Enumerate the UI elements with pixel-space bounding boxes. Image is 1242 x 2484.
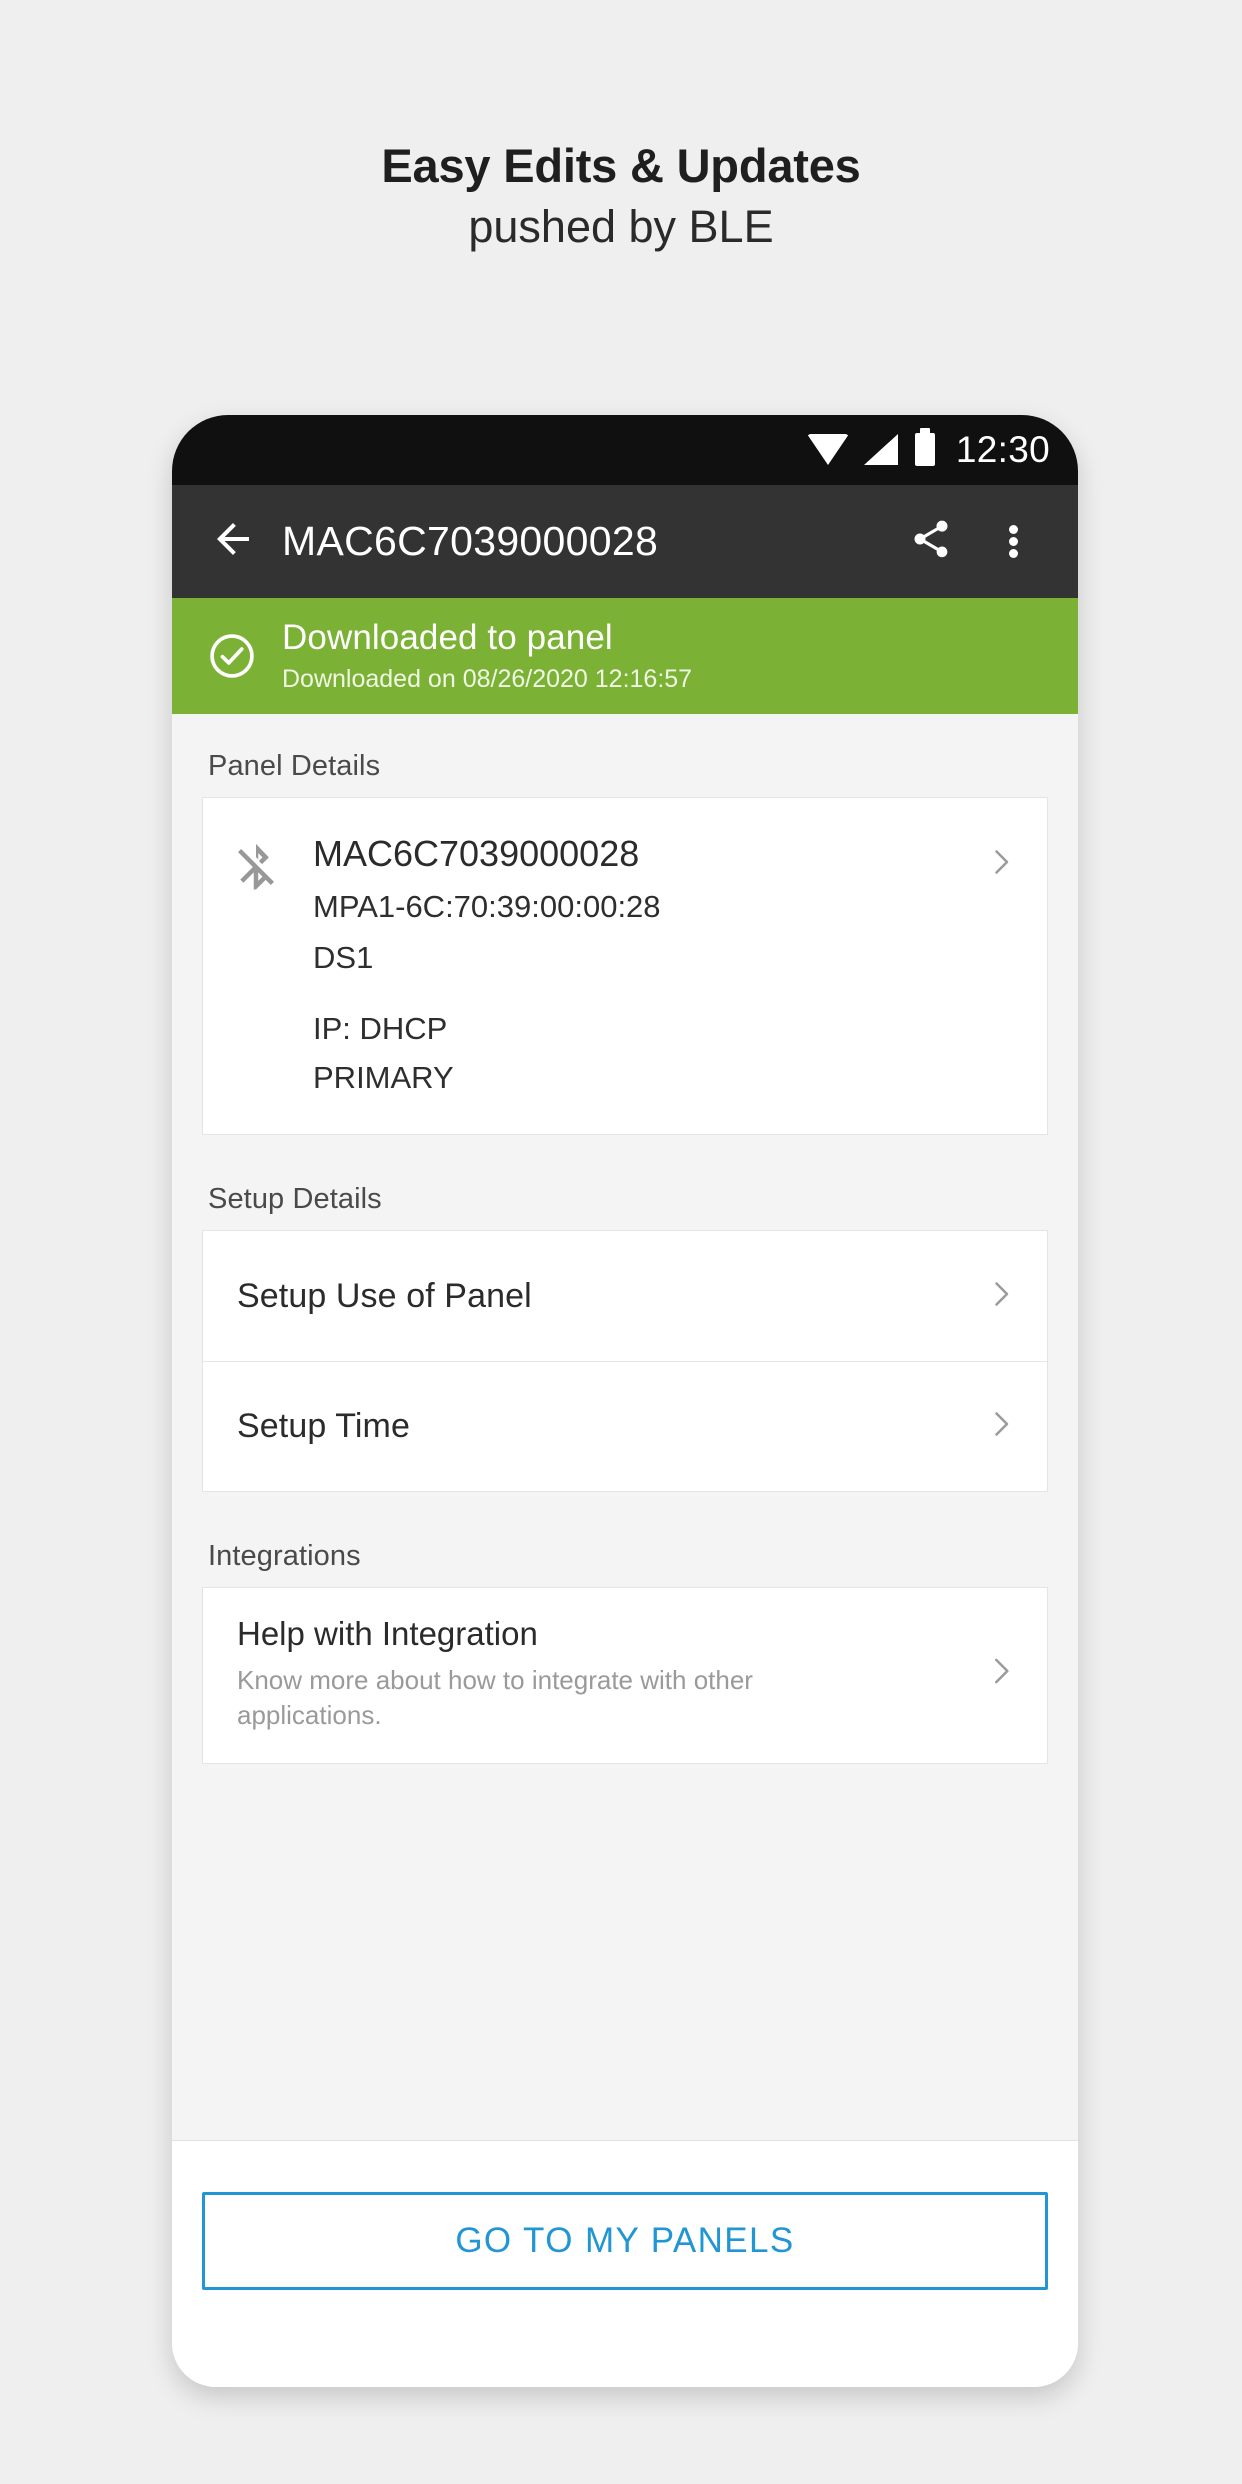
- section-label-panel-details: Panel Details: [208, 750, 381, 782]
- go-to-my-panels-button[interactable]: GO TO MY PANELS: [202, 2192, 1048, 2290]
- cellular-signal-icon: [863, 433, 898, 465]
- share-button[interactable]: [900, 511, 962, 573]
- battery-icon: [914, 427, 935, 466]
- phone-mockup: 12:30 MAC6C7039000028 Downloaded to pane…: [172, 415, 1078, 2387]
- integrations-card[interactable]: Help with Integration Know more about ho…: [202, 1587, 1048, 1764]
- panel-mac-address: MPA1-6C:70:39:00:00:28: [313, 888, 661, 924]
- back-button[interactable]: [202, 511, 264, 573]
- bottom-action-bar: GO TO MY PANELS: [172, 2141, 1078, 2387]
- promo-heading-line1: Easy Edits & Updates: [381, 139, 861, 192]
- chevron-right-icon: [983, 844, 1019, 885]
- help-with-integration-row[interactable]: Help with Integration Know more about ho…: [203, 1588, 1047, 1762]
- section-label-integrations: Integrations: [208, 1540, 361, 1573]
- more-vert-icon: [1008, 522, 1018, 561]
- check-circle-icon: [206, 630, 258, 682]
- overflow-menu-button[interactable]: [982, 511, 1044, 573]
- chevron-right-icon: [983, 1406, 1019, 1447]
- arrow-back-icon: [209, 515, 257, 568]
- panel-ds-label: DS1: [313, 940, 374, 976]
- promo-heading: Easy Edits & Updates pushed by BLE: [0, 0, 1242, 256]
- app-bar-title: MAC6C7039000028: [282, 518, 659, 564]
- panel-role: PRIMARY: [313, 1059, 454, 1095]
- integration-description: Know more about how to integrate with ot…: [237, 1665, 753, 1730]
- panel-details-card[interactable]: MAC6C7039000028 MPA1-6C:70:39:00:00:28 D…: [202, 797, 1048, 1136]
- chevron-right-icon: [983, 1276, 1019, 1317]
- share-icon: [909, 517, 953, 566]
- setup-details-card: Setup Use of Panel Setup Time: [202, 1230, 1048, 1493]
- integration-chevron: [977, 1652, 1025, 1695]
- bluetooth-disabled-icon: [229, 840, 283, 894]
- setup-use-of-panel-chevron: [977, 1276, 1025, 1317]
- wifi-icon: [806, 433, 849, 465]
- app-bar: MAC6C7039000028: [172, 485, 1078, 598]
- setup-time-chevron: [977, 1406, 1025, 1447]
- panel-ip-mode: IP: DHCP: [313, 1010, 448, 1046]
- panel-details-chevron: [977, 844, 1025, 885]
- list-item-label: Setup Use of Panel: [237, 1276, 532, 1315]
- chevron-right-icon: [982, 1652, 1020, 1695]
- section-label-setup-details: Setup Details: [208, 1183, 382, 1216]
- integration-title: Help with Integration: [237, 1615, 538, 1653]
- download-status-banner: Downloaded to panel Downloaded on 08/26/…: [172, 598, 1078, 714]
- panel-name: MAC6C7039000028: [313, 833, 640, 874]
- status-bar-clock: 12:30: [955, 429, 1050, 470]
- list-item-label: Setup Time: [237, 1407, 410, 1446]
- banner-subtitle: Downloaded on 08/26/2020 12:16:57: [282, 664, 693, 693]
- status-bar: 12:30: [172, 415, 1078, 485]
- promo-heading-line2: pushed by BLE: [468, 201, 774, 253]
- scroll-content[interactable]: Panel Details MAC6C7039000028 MPA1-6C:70…: [172, 714, 1078, 2141]
- banner-title: Downloaded to panel: [282, 617, 613, 657]
- panel-details-row[interactable]: MAC6C7039000028 MPA1-6C:70:39:00:00:28 D…: [203, 798, 1047, 1134]
- setup-use-of-panel-row[interactable]: Setup Use of Panel: [203, 1231, 1047, 1361]
- setup-time-row[interactable]: Setup Time: [203, 1361, 1047, 1491]
